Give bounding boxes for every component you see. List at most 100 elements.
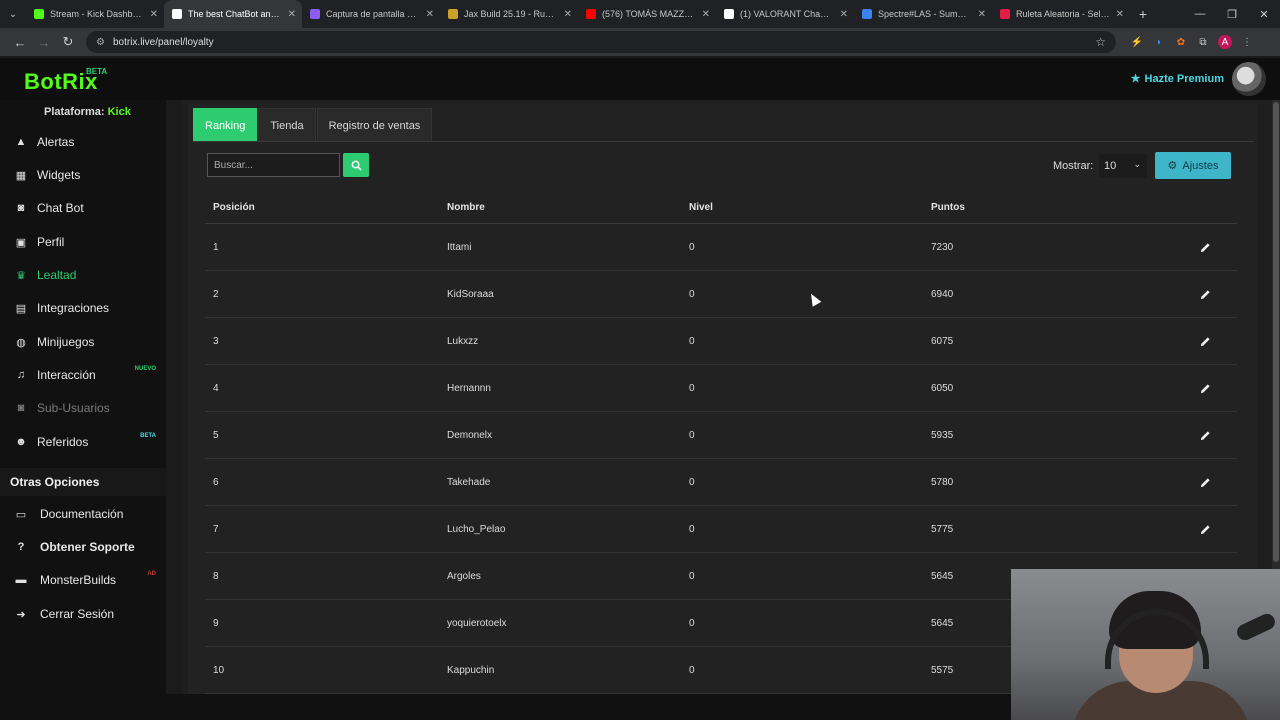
sidebar-item-label: Cerrar Sesión bbox=[40, 607, 115, 621]
minimize-icon[interactable]: — bbox=[1184, 8, 1216, 21]
sidebar-item-chatbot[interactable]: ◙ Chat Bot bbox=[0, 193, 166, 223]
sidebar-item-interaccion[interactable]: ♫ Interacción NUEVO bbox=[0, 360, 166, 390]
premium-button[interactable]: ★ Hazte Premium bbox=[1131, 72, 1224, 86]
close-icon[interactable]: ✕ bbox=[426, 9, 434, 20]
browser-tab[interactable]: (576) TOMÁS MAZZA (Y A ✕ bbox=[578, 0, 716, 28]
sidebar-item-integraciones[interactable]: ▤ Integraciones bbox=[0, 293, 166, 323]
cell-position: 7 bbox=[213, 523, 219, 535]
cell-name: Ittami bbox=[447, 241, 472, 253]
tab-title: Spectre#LAS - Summone bbox=[878, 9, 972, 19]
user-avatar[interactable] bbox=[1232, 62, 1266, 96]
sidebar-item-perfil[interactable]: ▣ Perfil bbox=[0, 227, 166, 257]
extension-icon[interactable]: ⚡ bbox=[1130, 35, 1144, 49]
browser-tabstrip: ⌄ Stream - Kick Dashboard ✕ The best Chat… bbox=[0, 0, 1280, 28]
window-close-icon[interactable]: ✕ bbox=[1248, 8, 1280, 21]
widgets-icon: ▦ bbox=[15, 169, 27, 182]
close-icon[interactable]: ✕ bbox=[978, 9, 986, 20]
ad-badge: AD bbox=[147, 571, 156, 577]
edit-pencil-icon[interactable] bbox=[1198, 475, 1212, 489]
cell-points: 6075 bbox=[931, 335, 954, 347]
browser-tab-active[interactable]: The best ChatBot and Wi ✕ bbox=[164, 0, 302, 28]
settings-label: Ajustes bbox=[1182, 159, 1219, 172]
sidebar-item-widgets[interactable]: ▦ Widgets bbox=[0, 160, 166, 190]
sidebar-item-monsterbuilds[interactable]: ▬ MonsterBuilds AD bbox=[0, 565, 166, 595]
extension-icon[interactable]: ✿ bbox=[1174, 35, 1188, 49]
forward-icon[interactable]: → bbox=[32, 35, 56, 50]
edit-pencil-icon[interactable] bbox=[1198, 334, 1212, 348]
table-row: 5 Demonelx 0 5935 bbox=[205, 412, 1237, 459]
edit-pencil-icon[interactable] bbox=[1198, 381, 1212, 395]
tab-search-icon[interactable]: ⌄ bbox=[0, 0, 26, 28]
browser-tab[interactable]: Ruleta Aleatoria - Selecto ✕ bbox=[992, 0, 1130, 28]
edit-pencil-icon[interactable] bbox=[1198, 287, 1212, 301]
sidebar-item-sub-usuarios[interactable]: ◙ Sub-Usuarios bbox=[0, 393, 166, 423]
close-icon[interactable]: ✕ bbox=[840, 9, 848, 20]
show-count-value: 10 bbox=[1104, 160, 1117, 172]
search-input[interactable] bbox=[207, 153, 340, 177]
browser-tab[interactable]: Jax Build 25.19 - Runes, It ✕ bbox=[440, 0, 578, 28]
url-text: botrix.live/panel/loyalty bbox=[112, 36, 214, 48]
tab-title: (576) TOMÁS MAZZA (Y A bbox=[602, 9, 696, 19]
table-row: 6 Takehade 0 5780 bbox=[205, 459, 1237, 506]
beta-badge: BETA bbox=[140, 433, 156, 439]
profile-avatar[interactable]: A bbox=[1218, 35, 1232, 49]
url-field[interactable]: ⚙ botrix.live/panel/loyalty ☆ bbox=[86, 31, 1116, 53]
cell-name: Demonelx bbox=[447, 429, 493, 441]
bookmark-star-icon[interactable]: ☆ bbox=[1095, 35, 1106, 49]
close-icon[interactable]: ✕ bbox=[702, 9, 710, 20]
search-button[interactable] bbox=[343, 153, 369, 177]
table-row: 2 KidSoraaa 0 6940 bbox=[205, 271, 1237, 318]
extension-icon[interactable]: ◗ bbox=[1152, 35, 1166, 49]
browser-tab[interactable]: Spectre#LAS - Summone ✕ bbox=[854, 0, 992, 28]
sidebar-item-minijuegos[interactable]: ◍ Minijuegos bbox=[0, 327, 166, 357]
tab-registro-ventas[interactable]: Registro de ventas bbox=[316, 108, 433, 142]
new-badge: NUEVO bbox=[134, 366, 156, 372]
browser-tab[interactable]: Stream - Kick Dashboard ✕ bbox=[26, 0, 164, 28]
users-icon: ☻ bbox=[15, 436, 27, 448]
edit-pencil-icon[interactable] bbox=[1198, 428, 1212, 442]
sidebar-item-label: Interacción bbox=[37, 368, 96, 382]
scrollbar-thumb[interactable] bbox=[1273, 102, 1279, 562]
sidebar-item-soporte[interactable]: ? Obtener Soporte bbox=[0, 532, 166, 562]
tab-favicon-icon bbox=[310, 9, 320, 19]
reload-icon[interactable]: ↻ bbox=[56, 34, 80, 50]
cell-points: 5780 bbox=[931, 476, 954, 488]
close-icon[interactable]: ✕ bbox=[564, 9, 572, 20]
sidebar-item-documentacion[interactable]: ▭ Documentación bbox=[0, 499, 166, 529]
back-icon[interactable]: ← bbox=[8, 35, 32, 50]
page-scrollbar[interactable] bbox=[1272, 100, 1280, 570]
show-count-select[interactable]: 10 ⌄ bbox=[1099, 154, 1147, 178]
sidebar-item-cerrar-sesion[interactable]: ➜ Cerrar Sesión bbox=[0, 599, 166, 629]
table-row: 7 Lucho_Pelao 0 5775 bbox=[205, 506, 1237, 553]
sidebar-item-referidos[interactable]: ☻ Referidos BETA bbox=[0, 427, 166, 457]
cell-name: Hernannn bbox=[447, 382, 491, 394]
browser-menu-icon[interactable]: ⋮ bbox=[1240, 35, 1254, 49]
edit-pencil-icon[interactable] bbox=[1198, 522, 1212, 536]
tab-tienda[interactable]: Tienda bbox=[258, 108, 316, 142]
cell-position: 5 bbox=[213, 429, 219, 441]
settings-button[interactable]: ⚙ Ajustes bbox=[1155, 152, 1231, 179]
cell-actions bbox=[1173, 240, 1237, 254]
extensions-puzzle-icon[interactable]: ⧉ bbox=[1196, 35, 1210, 49]
maximize-icon[interactable]: ❐ bbox=[1216, 8, 1248, 21]
cell-level: 0 bbox=[689, 523, 695, 535]
site-info-icon[interactable]: ⚙ bbox=[96, 37, 105, 48]
browser-tab[interactable]: (1) VALORANT Champion ✕ bbox=[716, 0, 854, 28]
close-icon[interactable]: ✕ bbox=[1116, 9, 1124, 20]
cell-position: 2 bbox=[213, 288, 219, 300]
new-tab-icon[interactable]: + bbox=[1130, 6, 1156, 22]
close-icon[interactable]: ✕ bbox=[288, 9, 296, 20]
cell-actions bbox=[1173, 475, 1237, 489]
sidebar-item-lealtad[interactable]: ♛ Lealtad bbox=[0, 260, 166, 290]
loyalty-tabs: Ranking Tienda Registro de ventas bbox=[193, 108, 433, 142]
logo-beta-badge: BETA bbox=[86, 67, 108, 76]
other-options-heading: Otras Opciones bbox=[0, 468, 166, 496]
close-icon[interactable]: ✕ bbox=[150, 9, 158, 20]
edit-pencil-icon[interactable] bbox=[1198, 240, 1212, 254]
cell-level: 0 bbox=[689, 570, 695, 582]
platform-indicator: Plataforma: Kick bbox=[44, 106, 131, 118]
sidebar-item-alertas[interactable]: ▲ Alertas bbox=[0, 127, 166, 157]
tab-ranking[interactable]: Ranking bbox=[193, 108, 258, 142]
platform-label: Plataforma: bbox=[44, 106, 105, 118]
browser-tab[interactable]: Captura de pantalla por L ✕ bbox=[302, 0, 440, 28]
